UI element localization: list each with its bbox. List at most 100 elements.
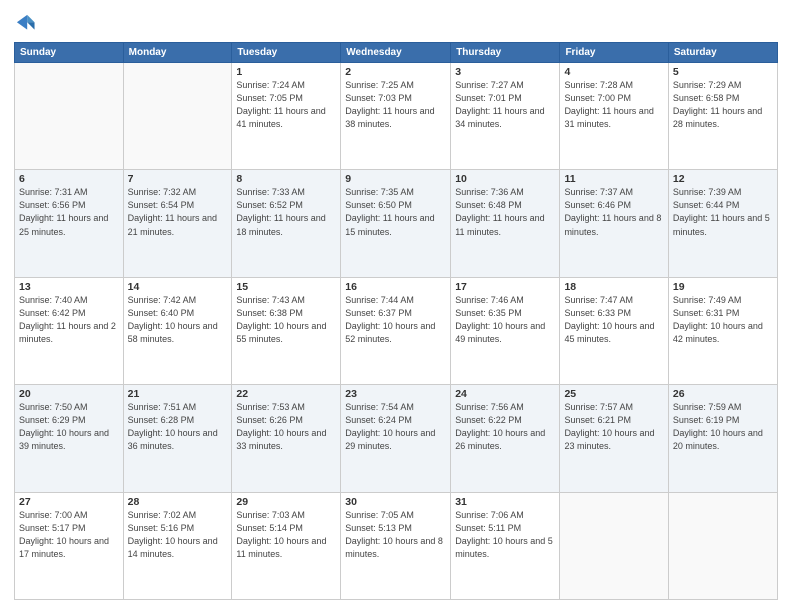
- col-monday: Monday: [123, 43, 232, 63]
- day-number: 2: [345, 66, 446, 78]
- calendar-cell: 15Sunrise: 7:43 AM Sunset: 6:38 PM Dayli…: [232, 277, 341, 384]
- day-number: 7: [128, 173, 228, 185]
- day-info: Sunrise: 7:57 AM Sunset: 6:21 PM Dayligh…: [564, 401, 663, 453]
- col-wednesday: Wednesday: [341, 43, 451, 63]
- col-sunday: Sunday: [15, 43, 124, 63]
- calendar-cell: 25Sunrise: 7:57 AM Sunset: 6:21 PM Dayli…: [560, 385, 668, 492]
- day-number: 26: [673, 388, 773, 400]
- day-info: Sunrise: 7:40 AM Sunset: 6:42 PM Dayligh…: [19, 294, 119, 346]
- calendar-cell: 12Sunrise: 7:39 AM Sunset: 6:44 PM Dayli…: [668, 170, 777, 277]
- day-number: 22: [236, 388, 336, 400]
- day-number: 31: [455, 496, 555, 508]
- calendar-cell: 28Sunrise: 7:02 AM Sunset: 5:16 PM Dayli…: [123, 492, 232, 599]
- calendar-cell: 19Sunrise: 7:49 AM Sunset: 6:31 PM Dayli…: [668, 277, 777, 384]
- calendar-week-5: 27Sunrise: 7:00 AM Sunset: 5:17 PM Dayli…: [15, 492, 778, 599]
- day-number: 30: [345, 496, 446, 508]
- day-number: 15: [236, 281, 336, 293]
- calendar-cell: 24Sunrise: 7:56 AM Sunset: 6:22 PM Dayli…: [451, 385, 560, 492]
- day-info: Sunrise: 7:47 AM Sunset: 6:33 PM Dayligh…: [564, 294, 663, 346]
- calendar-cell: 26Sunrise: 7:59 AM Sunset: 6:19 PM Dayli…: [668, 385, 777, 492]
- col-tuesday: Tuesday: [232, 43, 341, 63]
- logo: [14, 12, 40, 34]
- day-info: Sunrise: 7:54 AM Sunset: 6:24 PM Dayligh…: [345, 401, 446, 453]
- col-friday: Friday: [560, 43, 668, 63]
- calendar-week-2: 6Sunrise: 7:31 AM Sunset: 6:56 PM Daylig…: [15, 170, 778, 277]
- day-info: Sunrise: 7:53 AM Sunset: 6:26 PM Dayligh…: [236, 401, 336, 453]
- calendar-cell: 1Sunrise: 7:24 AM Sunset: 7:05 PM Daylig…: [232, 63, 341, 170]
- day-number: 8: [236, 173, 336, 185]
- day-info: Sunrise: 7:37 AM Sunset: 6:46 PM Dayligh…: [564, 186, 663, 238]
- day-info: Sunrise: 7:32 AM Sunset: 6:54 PM Dayligh…: [128, 186, 228, 238]
- day-info: Sunrise: 7:02 AM Sunset: 5:16 PM Dayligh…: [128, 509, 228, 561]
- calendar-cell: 8Sunrise: 7:33 AM Sunset: 6:52 PM Daylig…: [232, 170, 341, 277]
- calendar-header-row: Sunday Monday Tuesday Wednesday Thursday…: [15, 43, 778, 63]
- day-info: Sunrise: 7:50 AM Sunset: 6:29 PM Dayligh…: [19, 401, 119, 453]
- day-number: 16: [345, 281, 446, 293]
- calendar-cell: 29Sunrise: 7:03 AM Sunset: 5:14 PM Dayli…: [232, 492, 341, 599]
- day-number: 11: [564, 173, 663, 185]
- day-info: Sunrise: 7:44 AM Sunset: 6:37 PM Dayligh…: [345, 294, 446, 346]
- day-number: 4: [564, 66, 663, 78]
- calendar-cell: 2Sunrise: 7:25 AM Sunset: 7:03 PM Daylig…: [341, 63, 451, 170]
- page: Sunday Monday Tuesday Wednesday Thursday…: [0, 0, 792, 612]
- day-info: Sunrise: 7:42 AM Sunset: 6:40 PM Dayligh…: [128, 294, 228, 346]
- day-info: Sunrise: 7:35 AM Sunset: 6:50 PM Dayligh…: [345, 186, 446, 238]
- day-number: 28: [128, 496, 228, 508]
- calendar-cell: 11Sunrise: 7:37 AM Sunset: 6:46 PM Dayli…: [560, 170, 668, 277]
- day-info: Sunrise: 7:05 AM Sunset: 5:13 PM Dayligh…: [345, 509, 446, 561]
- calendar-cell: 20Sunrise: 7:50 AM Sunset: 6:29 PM Dayli…: [15, 385, 124, 492]
- calendar-cell: [123, 63, 232, 170]
- day-number: 12: [673, 173, 773, 185]
- day-number: 17: [455, 281, 555, 293]
- day-number: 20: [19, 388, 119, 400]
- day-number: 27: [19, 496, 119, 508]
- calendar-cell: 16Sunrise: 7:44 AM Sunset: 6:37 PM Dayli…: [341, 277, 451, 384]
- col-saturday: Saturday: [668, 43, 777, 63]
- day-number: 10: [455, 173, 555, 185]
- calendar-week-3: 13Sunrise: 7:40 AM Sunset: 6:42 PM Dayli…: [15, 277, 778, 384]
- day-number: 21: [128, 388, 228, 400]
- day-info: Sunrise: 7:00 AM Sunset: 5:17 PM Dayligh…: [19, 509, 119, 561]
- calendar-cell: 6Sunrise: 7:31 AM Sunset: 6:56 PM Daylig…: [15, 170, 124, 277]
- calendar-cell: 9Sunrise: 7:35 AM Sunset: 6:50 PM Daylig…: [341, 170, 451, 277]
- day-number: 14: [128, 281, 228, 293]
- day-number: 1: [236, 66, 336, 78]
- day-info: Sunrise: 7:31 AM Sunset: 6:56 PM Dayligh…: [19, 186, 119, 238]
- col-thursday: Thursday: [451, 43, 560, 63]
- day-info: Sunrise: 7:59 AM Sunset: 6:19 PM Dayligh…: [673, 401, 773, 453]
- day-info: Sunrise: 7:03 AM Sunset: 5:14 PM Dayligh…: [236, 509, 336, 561]
- day-number: 25: [564, 388, 663, 400]
- day-info: Sunrise: 7:51 AM Sunset: 6:28 PM Dayligh…: [128, 401, 228, 453]
- calendar-cell: 4Sunrise: 7:28 AM Sunset: 7:00 PM Daylig…: [560, 63, 668, 170]
- logo-icon: [14, 12, 36, 34]
- day-number: 18: [564, 281, 663, 293]
- day-number: 6: [19, 173, 119, 185]
- day-number: 29: [236, 496, 336, 508]
- calendar-cell: 18Sunrise: 7:47 AM Sunset: 6:33 PM Dayli…: [560, 277, 668, 384]
- calendar-cell: 21Sunrise: 7:51 AM Sunset: 6:28 PM Dayli…: [123, 385, 232, 492]
- day-number: 3: [455, 66, 555, 78]
- day-info: Sunrise: 7:27 AM Sunset: 7:01 PM Dayligh…: [455, 79, 555, 131]
- calendar-cell: 17Sunrise: 7:46 AM Sunset: 6:35 PM Dayli…: [451, 277, 560, 384]
- calendar-cell: 13Sunrise: 7:40 AM Sunset: 6:42 PM Dayli…: [15, 277, 124, 384]
- calendar-cell: [668, 492, 777, 599]
- day-number: 24: [455, 388, 555, 400]
- day-number: 9: [345, 173, 446, 185]
- day-info: Sunrise: 7:36 AM Sunset: 6:48 PM Dayligh…: [455, 186, 555, 238]
- calendar-cell: 3Sunrise: 7:27 AM Sunset: 7:01 PM Daylig…: [451, 63, 560, 170]
- calendar-cell: 27Sunrise: 7:00 AM Sunset: 5:17 PM Dayli…: [15, 492, 124, 599]
- day-info: Sunrise: 7:49 AM Sunset: 6:31 PM Dayligh…: [673, 294, 773, 346]
- calendar-cell: [560, 492, 668, 599]
- day-number: 5: [673, 66, 773, 78]
- day-info: Sunrise: 7:56 AM Sunset: 6:22 PM Dayligh…: [455, 401, 555, 453]
- day-number: 23: [345, 388, 446, 400]
- day-info: Sunrise: 7:25 AM Sunset: 7:03 PM Dayligh…: [345, 79, 446, 131]
- calendar-cell: 5Sunrise: 7:29 AM Sunset: 6:58 PM Daylig…: [668, 63, 777, 170]
- calendar-week-4: 20Sunrise: 7:50 AM Sunset: 6:29 PM Dayli…: [15, 385, 778, 492]
- calendar-cell: 31Sunrise: 7:06 AM Sunset: 5:11 PM Dayli…: [451, 492, 560, 599]
- day-number: 13: [19, 281, 119, 293]
- day-info: Sunrise: 7:43 AM Sunset: 6:38 PM Dayligh…: [236, 294, 336, 346]
- day-number: 19: [673, 281, 773, 293]
- day-info: Sunrise: 7:28 AM Sunset: 7:00 PM Dayligh…: [564, 79, 663, 131]
- day-info: Sunrise: 7:46 AM Sunset: 6:35 PM Dayligh…: [455, 294, 555, 346]
